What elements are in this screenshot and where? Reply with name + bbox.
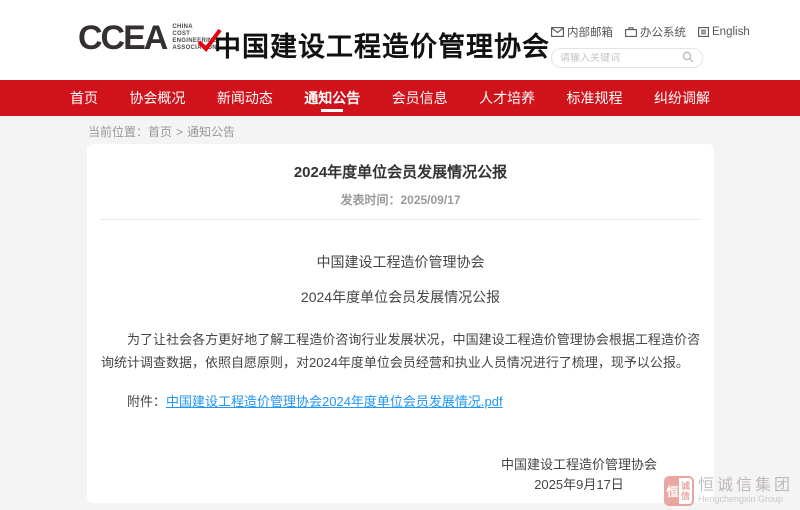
nav-item-标准规程[interactable]: 标准规程 (567, 80, 623, 116)
util-link-label: 办公系统 (640, 24, 686, 40)
attachment-row: 附件：中国建设工程造价管理协会2024年度单位会员发展情况.pdf (101, 391, 700, 410)
nav-item-协会概况[interactable]: 协会概况 (129, 80, 185, 116)
article-card: 2024年度单位会员发展情况公报 发表时间：2025/09/17 中国建设工程造… (87, 144, 714, 503)
signature-block: 中国建设工程造价管理协会 2025年9月17日 (494, 455, 664, 494)
article-paragraph: 为了让社会各方更好地了解工程造价咨询行业发展状况，中国建设工程造价管理协会根据工… (101, 328, 700, 374)
site-logo[interactable]: CCEA CHINA COST ENGINEERING ASSOCIATION (78, 20, 218, 56)
nav-item-纠纷调解[interactable]: 纠纷调解 (654, 80, 710, 116)
nav-item-会员信息[interactable]: 会员信息 (392, 80, 448, 116)
breadcrumb-current: 通知公告 (187, 125, 235, 139)
util-link-office[interactable]: 办公系统 (625, 24, 686, 40)
office-icon (625, 27, 637, 37)
main-nav: 首页协会概况新闻动态通知公告会员信息人才培养标准规程纠纷调解 (0, 80, 800, 116)
util-link-mailbox[interactable]: 内部邮箱 (551, 24, 613, 40)
publish-date-label: 发表时间： (340, 193, 400, 207)
breadcrumb: 当前位置：首页 > 通知公告 (88, 123, 235, 140)
body-subtitle-line: 2024年度单位会员发展情况公报 (87, 287, 714, 307)
search-icon (682, 51, 694, 66)
header-utilities: 内部邮箱办公系统English (551, 24, 723, 68)
watermark-name-en: Hengchengxin Group (698, 494, 793, 505)
nav-item-通知公告[interactable]: 通知公告 (304, 80, 360, 116)
publish-date-value: 2025/09/17 (400, 193, 460, 207)
breadcrumb-prefix: 当前位置： (88, 125, 148, 139)
site-title: 中国建设工程造价管理协会 (214, 25, 550, 64)
search-button[interactable] (682, 51, 694, 66)
nav-item-新闻动态[interactable]: 新闻动态 (217, 80, 273, 116)
article-title: 2024年度单位会员发展情况公报 (87, 161, 714, 182)
watermark-name: 恒诚信集团 (698, 477, 793, 494)
attachment-label: 附件： (127, 394, 166, 409)
article-meta: 发表时间：2025/09/17 (87, 191, 714, 208)
attachment-pdf-link[interactable]: 中国建设工程造价管理协会2024年度单位会员发展情况.pdf (166, 394, 503, 409)
main-nav-inner: 首页协会概况新闻动态通知公告会员信息人才培养标准规程纠纷调解 (70, 80, 710, 116)
english-icon (698, 27, 709, 37)
hengchengxin-seal-icon: 恒 诚 信 (664, 476, 694, 506)
nav-item-人才培养[interactable]: 人才培养 (479, 80, 535, 116)
title-divider (100, 219, 701, 220)
search-input[interactable] (560, 53, 672, 64)
body-org-line: 中国建设工程造价管理协会 (87, 252, 714, 272)
util-link-english[interactable]: English (698, 26, 750, 38)
site-header: CCEA CHINA COST ENGINEERING ASSOCIATION … (0, 0, 800, 80)
nav-item-首页[interactable]: 首页 (70, 80, 98, 116)
mail-icon (551, 27, 564, 37)
signature-org: 中国建设工程造价管理协会 (494, 455, 664, 474)
util-link-label: English (712, 26, 750, 38)
logo-acronym: CCEA (78, 20, 166, 56)
watermark: 恒 诚 信 恒诚信集团 Hengchengxin Group (664, 476, 793, 506)
util-link-label: 内部邮箱 (567, 24, 613, 40)
signature-date: 2025年9月17日 (494, 475, 664, 494)
utility-links: 内部邮箱办公系统English (551, 24, 723, 40)
breadcrumb-separator: > (176, 125, 183, 139)
search-box[interactable] (551, 48, 703, 68)
breadcrumb-home-link[interactable]: 首页 (148, 125, 172, 139)
